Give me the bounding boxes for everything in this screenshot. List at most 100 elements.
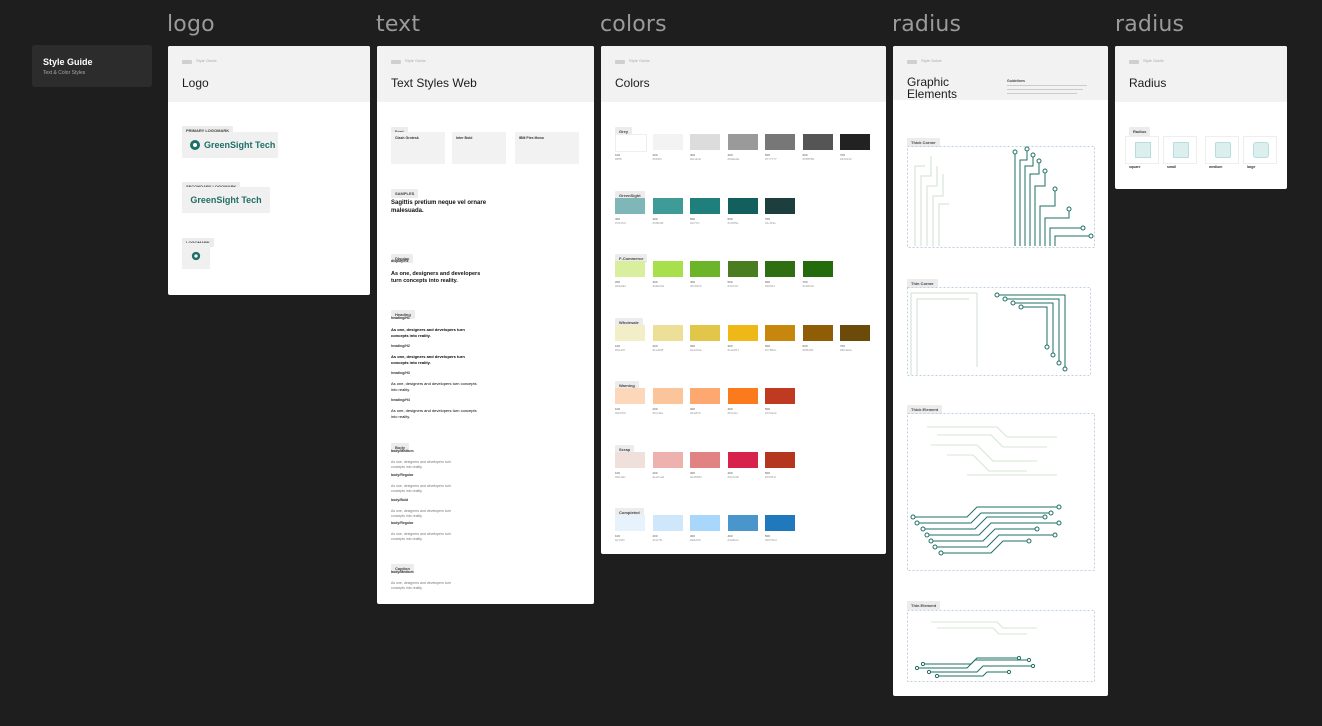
color-swatch[interactable]	[727, 261, 758, 277]
color-swatch-hex: #cfe7fb	[652, 538, 663, 542]
color-swatch-hex: #f0e0dc	[615, 474, 626, 479]
color-swatch[interactable]	[727, 134, 758, 150]
color-swatch[interactable]	[765, 451, 795, 468]
color-swatch[interactable]	[727, 197, 758, 214]
body-sample: As one, designers and developers turn co…	[391, 532, 451, 541]
color-swatch-hex: #6cb52b	[690, 284, 702, 288]
color-swatch[interactable]	[615, 388, 645, 404]
color-swatch[interactable]	[727, 515, 758, 531]
color-swatch[interactable]	[840, 134, 870, 150]
body-sample: As one, designers and developers turn co…	[391, 484, 451, 493]
color-swatch[interactable]	[652, 388, 683, 404]
color-swatch[interactable]	[615, 451, 645, 468]
sample-heading: Sagittis pretium neque vel ornare malesu…	[391, 200, 487, 214]
color-swatch[interactable]	[765, 261, 795, 277]
color-swatch[interactable]	[690, 451, 720, 468]
text-frame-title: Text Styles Web	[391, 76, 477, 90]
display-sample: As one, designers and developers turn co…	[391, 271, 481, 284]
style-guide-title: Style Guide	[43, 57, 93, 67]
color-swatch[interactable]	[690, 515, 720, 531]
thin-element-chip: Thin Element	[907, 601, 941, 610]
color-swatch[interactable]	[615, 515, 645, 531]
color-swatch[interactable]	[840, 324, 870, 341]
color-swatch[interactable]	[652, 261, 683, 277]
color-swatch[interactable]	[690, 324, 720, 341]
color-swatch[interactable]	[727, 324, 758, 341]
color-swatch-hex: #8f5d06	[802, 347, 814, 352]
color-swatch[interactable]	[727, 388, 758, 404]
font-card[interactable]: Clash Grotesk	[391, 132, 445, 164]
font-card[interactable]: IBM Plex Mono	[515, 132, 579, 164]
color-swatch[interactable]	[615, 324, 645, 341]
font-card[interactable]: Inter Bold	[452, 132, 506, 164]
heading-style-name: heading/H4	[391, 398, 410, 402]
samples-chip: SAMPLES	[391, 189, 419, 198]
color-swatch-hex: #125f5d	[727, 220, 739, 225]
secondary-logo[interactable]: GreenSight Tech	[182, 187, 270, 213]
thin-corner-circuit[interactable]	[907, 287, 1091, 377]
color-swatch[interactable]	[652, 515, 683, 531]
color-swatch-hex: #f3f3f3	[652, 157, 662, 161]
color-swatch-hex: #eedf98	[652, 347, 664, 352]
color-swatch[interactable]	[615, 261, 645, 277]
radius-label: medium	[1209, 165, 1223, 169]
frame-label-logo[interactable]: logo	[167, 12, 215, 37]
color-swatch[interactable]	[802, 261, 833, 277]
color-swatch[interactable]	[615, 197, 645, 214]
frame-label-colors[interactable]: colors	[600, 12, 667, 37]
color-swatch[interactable]	[765, 515, 795, 531]
color-swatch-hex: #f2efc8	[615, 347, 625, 352]
colors-frame[interactable]: Style Guide Colors Grey 100 #ffffff 200 #f3f…	[601, 46, 886, 554]
display-style-name: display/H1	[391, 259, 409, 263]
body-sample: As one, designers and developers turn co…	[391, 509, 451, 518]
color-swatch[interactable]	[690, 134, 720, 150]
style-guide-card[interactable]: Style Guide Text & Color Styles	[32, 45, 152, 87]
logo-frame[interactable]: Style Guide Logo PRIMARY LOGOMARK GreenS…	[168, 46, 370, 295]
color-swatch[interactable]	[802, 324, 833, 341]
radius-sample-square[interactable]	[1125, 136, 1159, 164]
color-swatch[interactable]	[690, 197, 720, 214]
color-swatch[interactable]	[765, 197, 795, 214]
color-swatch[interactable]	[727, 451, 758, 468]
color-swatch[interactable]	[802, 134, 833, 150]
radius-sample-medium[interactable]	[1205, 136, 1239, 164]
heading-sample: As one, designers and developers turn co…	[391, 408, 477, 419]
color-swatch[interactable]	[690, 261, 720, 277]
color-swatch[interactable]	[765, 134, 795, 150]
color-swatch[interactable]	[652, 134, 683, 150]
text-styles-frame[interactable]: Style Guide Text Styles Web Font Clash G…	[377, 46, 594, 604]
heading-style-name: heading/H3	[391, 371, 410, 375]
color-swatch[interactable]	[615, 134, 647, 152]
color-swatch-hex: #4a96cc	[727, 538, 739, 542]
caption-sample: As one, designers and developers turn co…	[391, 581, 451, 590]
color-swatch[interactable]	[652, 451, 683, 468]
color-swatch-hex: #fa7a1c	[727, 411, 739, 415]
primary-logo[interactable]: GreenSight Tech	[182, 132, 278, 158]
color-swatch-hex: #1c3f3e	[765, 220, 776, 225]
color-swatch-hex: #2079bd	[765, 538, 777, 542]
color-swatch[interactable]	[765, 388, 795, 404]
crumb-swatch	[615, 60, 625, 64]
frame-label-text[interactable]: text	[376, 12, 420, 37]
radius-sample-large[interactable]	[1243, 136, 1277, 164]
radius-sample-small[interactable]	[1163, 136, 1197, 164]
logomark-box[interactable]	[182, 243, 210, 269]
font-card-name: Clash Grotesk	[395, 136, 419, 140]
color-swatch[interactable]	[690, 388, 720, 404]
color-swatch[interactable]	[652, 324, 683, 341]
thick-element-circuit[interactable]	[907, 413, 1095, 571]
secondary-logo-text: GreenSight Tech	[190, 195, 262, 205]
radius-frame[interactable]: Style Guide Radius Radius square small m…	[1115, 46, 1287, 189]
color-swatch-hex: #ffffff	[615, 157, 622, 161]
body-style-name: body/Regular	[391, 521, 414, 525]
color-swatch-hex: #3f9b98	[652, 220, 664, 225]
thick-corner-circuit[interactable]	[907, 146, 1095, 248]
color-swatch[interactable]	[765, 324, 795, 341]
thin-element-circuit[interactable]	[907, 610, 1095, 682]
frame-label-radius-graphics[interactable]: radius	[892, 12, 961, 37]
body-sample: As one, designers and developers turn co…	[391, 460, 451, 469]
graphic-elements-frame[interactable]: Style Guide Graphic Elements Guidelines …	[893, 46, 1108, 696]
frame-label-radius[interactable]: radius	[1115, 12, 1184, 37]
color-swatch[interactable]	[652, 197, 683, 214]
font-card-name: Inter Bold	[456, 136, 473, 140]
